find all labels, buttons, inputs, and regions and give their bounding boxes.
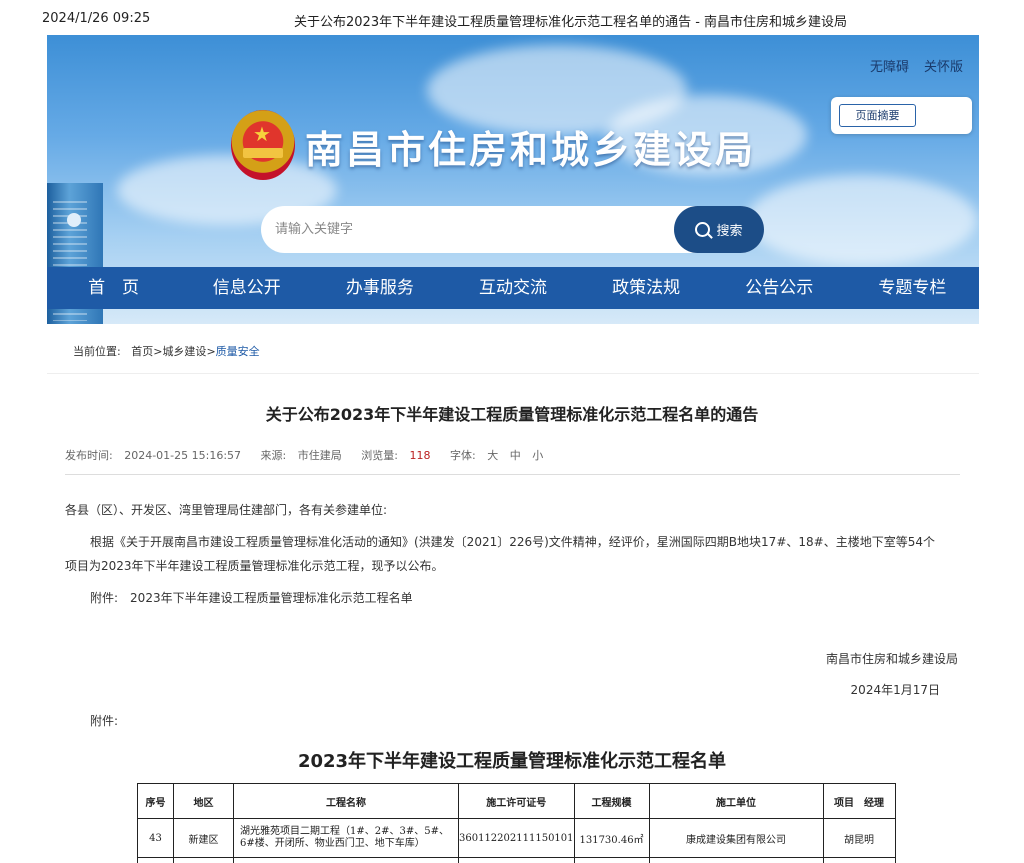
cell-permit-number: 360112202111150101 [458,818,575,858]
article-title: 关于公布2023年下半年建设工程质量管理标准化示范工程名单的通告 [265,405,759,424]
header-contractor: 施工单位 [648,783,824,819]
search-button-label: 搜索 [716,224,743,239]
header-project-name: 工程名称 [233,783,459,819]
signature-organization: 南昌市住房和城乡建设局 [825,652,958,666]
source-label: 来源: [260,449,287,462]
salutation: 各县（区）、开发区、湾里管理局住建部门，各有关参建单位: [65,503,388,517]
main-nav: 首 页 信息公开 办事服务 互动交流 政策法规 公告公示 专题专栏 [47,267,979,309]
nav-home[interactable]: 首 页 [47,267,180,309]
project-list-table: 序号 地区 工程名称 施工许可证号 工程规模 施工单位 项目 经理 43 新建区… [137,783,896,863]
font-size-medium[interactable]: 中 [510,449,521,462]
header-index: 序号 [137,783,174,819]
site-name: 南昌市住房和城乡建设局 [305,128,757,172]
search-icon [695,222,711,237]
site-banner: 无障碍 关怀版 页面摘要 ★ 南昌市住房和城乡建设局 搜索 首 页 信息公开 办… [47,35,979,324]
body-paragraph-line-1: 根据《关于开展南昌市建设工程质量管理标准化活动的通知》(洪建发〔2021〕226… [90,535,935,549]
header-scale: 工程规模 [573,783,650,819]
cell-index [137,857,174,863]
header-region: 地区 [173,783,234,819]
summary-panel: 页面摘要 [831,97,972,134]
font-label: 字体: [449,449,476,462]
page-summary-button[interactable]: 页面摘要 [839,104,916,127]
breadcrumb-urban-construction[interactable]: 城乡建设 [162,345,206,358]
nav-services[interactable]: 办事服务 [313,267,446,309]
cell-region [173,857,234,863]
care-version-link[interactable]: 关怀版 [924,56,963,75]
table-row: 43 新建区 湖光雅苑项目二期工程（1#、2#、3#、5#、6#楼、开闭所、物业… [137,818,896,858]
article-meta: 发布时间: 2024-01-25 15:16:57 来源: 市住建局 浏览量: … [65,447,559,463]
cell-project-manager [822,857,896,863]
body-paragraph-line-2: 项目为2023年下半年建设工程质量管理标准化示范工程，现予以公布。 [65,559,444,573]
accessibility-link[interactable]: 无障碍 [870,56,909,75]
print-page-title: 关于公布2023年下半年建设工程质量管理标准化示范工程名单的通告 - 南昌市住房… [294,15,848,30]
source-value: 市住建局 [297,449,342,462]
print-datetime: 2024/1/26 09:25 [42,11,151,26]
header-project-manager: 项目 经理 [822,783,896,819]
nav-info-disclosure[interactable]: 信息公开 [180,267,313,309]
breadcrumb-label: 当前位置: [73,345,121,358]
divider [47,373,979,374]
table-row [137,857,896,863]
cell-scale [573,857,650,863]
font-size-small[interactable]: 小 [532,449,543,462]
header-permit-number: 施工许可证号 [458,783,575,819]
nav-special-topics[interactable]: 专题专栏 [846,267,979,309]
table-title: 2023年下半年建设工程质量管理标准化示范工程名单 [297,751,727,772]
cell-project-manager: 胡昆明 [822,818,896,858]
cell-scale: 131730.46㎡ [573,818,650,858]
table-header-row: 序号 地区 工程名称 施工许可证号 工程规模 施工单位 项目 经理 [137,783,896,819]
search-bar: 搜索 [261,206,764,253]
cell-index: 43 [137,818,174,858]
breadcrumb-home[interactable]: 首页 [131,345,153,358]
views-label: 浏览量: [361,449,398,462]
cell-contractor: 康成建设集团有限公司 [648,818,824,858]
attachment-link[interactable]: 附件: 2023年下半年建设工程质量管理标准化示范工程名单 [90,586,413,610]
signature-date: 2024年1月17日 [850,683,940,697]
search-input[interactable] [261,206,691,253]
cell-region: 新建区 [173,818,234,858]
nav-announcements[interactable]: 公告公示 [713,267,846,309]
divider [65,474,960,475]
nav-policies[interactable]: 政策法规 [580,267,713,309]
breadcrumb-quality-safety[interactable]: 质量安全 [216,345,260,358]
nav-interaction[interactable]: 互动交流 [446,267,579,309]
cell-contractor [648,857,824,863]
cell-project-name [233,857,459,863]
breadcrumb: 当前位置: 首页>城乡建设>质量安全 [73,343,260,359]
attachment-label: 附件: [90,714,119,728]
publish-time: 2024-01-25 15:16:57 [124,449,242,462]
search-button[interactable]: 搜索 [674,206,764,253]
font-size-large[interactable]: 大 [487,449,498,462]
national-emblem-icon: ★ [231,110,295,180]
publish-label: 发布时间: [65,449,113,462]
views-count: 118 [409,449,431,462]
cell-project-name: 湖光雅苑项目二期工程（1#、2#、3#、5#、6#楼、开闭所、物业西门卫、地下车… [233,818,459,858]
cell-permit-number [458,857,575,863]
breadcrumb-separator: > [206,345,216,358]
